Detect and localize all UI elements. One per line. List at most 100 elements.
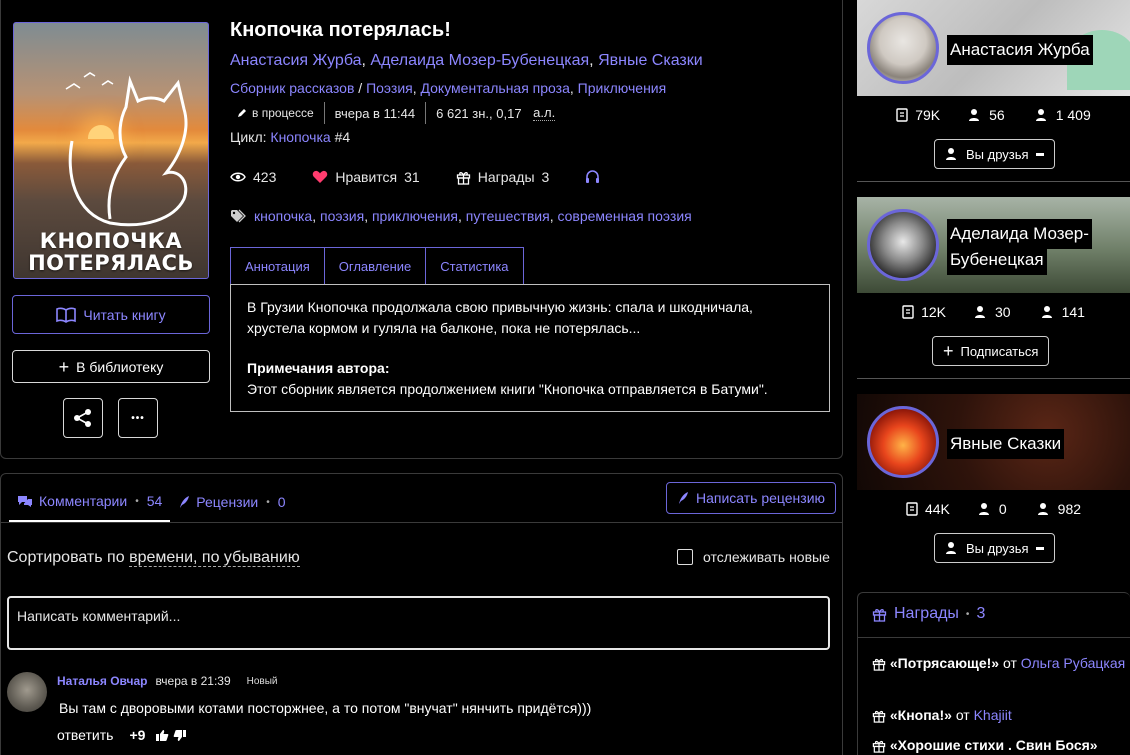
tab-contents[interactable]: Оглавление xyxy=(323,247,427,285)
tag-link[interactable]: путешествия xyxy=(466,208,550,224)
add-to-library-button[interactable]: + В библиотеку xyxy=(12,350,210,383)
comment-input[interactable]: Написать комментарий... xyxy=(7,596,830,650)
avatar[interactable] xyxy=(867,12,939,84)
award-from: от xyxy=(1002,655,1017,671)
read-book-button[interactable]: Читать книгу xyxy=(12,295,210,334)
share-button[interactable] xyxy=(63,398,103,438)
annotation-panel: В Грузии Кнопочка продолжала свою привыч… xyxy=(230,284,830,412)
write-review-label: Написать рецензию xyxy=(695,490,826,506)
friends-button[interactable]: Вы друзья xyxy=(934,139,1055,169)
comments-count: 54 xyxy=(146,493,163,509)
sort-prefix: Сортировать по xyxy=(7,549,125,566)
users-icon xyxy=(1035,109,1046,121)
avatar[interactable] xyxy=(7,672,47,712)
thumbs-up-icon[interactable] xyxy=(155,729,169,742)
books-stat: 79K xyxy=(896,107,940,123)
award-giver[interactable]: Ольга Рубацкая xyxy=(1021,655,1125,671)
comment-time: вчера в 21:39 xyxy=(155,674,231,688)
books-count: 44K xyxy=(924,501,950,517)
separator-dot: • xyxy=(965,608,970,620)
comments-icon xyxy=(18,495,32,507)
comment-score: +9 xyxy=(129,727,146,743)
award-name: «Кнопа!» xyxy=(889,707,952,723)
subscribe-button-label: Подписаться xyxy=(960,343,1039,359)
tag-link[interactable]: кнопочка xyxy=(254,208,312,224)
subscriptions-stat: 56 xyxy=(968,107,1005,123)
gift-icon xyxy=(872,711,886,723)
book-cover[interactable]: КНОПОЧКА ПОТЕРЯЛАСЬ xyxy=(13,22,209,279)
avatar[interactable] xyxy=(867,406,939,478)
author-name[interactable]: Явные Сказки xyxy=(947,429,1065,459)
awards-stat[interactable]: Награды 3 xyxy=(456,169,549,185)
tab-reviews[interactable]: Рецензии • 0 xyxy=(170,482,293,522)
author-name[interactable]: Анастасия Журба xyxy=(947,35,1093,65)
user-icon xyxy=(969,109,980,121)
friends-button[interactable]: Вы друзья xyxy=(934,533,1055,563)
separator-dot: • xyxy=(266,496,270,508)
tag-link[interactable]: современная поэзия xyxy=(557,208,691,224)
reviews-count: 0 xyxy=(277,494,286,510)
gift-icon xyxy=(872,659,886,671)
awards-total: 3 xyxy=(976,605,986,622)
users-icon xyxy=(1037,503,1048,515)
genre-link[interactable]: Сборник рассказов xyxy=(230,80,354,96)
books-stat: 12K xyxy=(902,304,946,320)
awards-label: Награды xyxy=(477,169,535,185)
subscriptions-stat: 30 xyxy=(974,304,1011,320)
tag-link[interactable]: приключения xyxy=(372,208,458,224)
updated-cell: вчера в 11:44 xyxy=(325,102,427,124)
genre-link[interactable]: Документальная проза xyxy=(421,80,570,96)
author-stats: 44K 0 982 xyxy=(857,501,1130,517)
divider xyxy=(857,378,1130,379)
add-to-library-label: В библиотеку xyxy=(76,358,164,375)
book-updated: вчера в 11:44 xyxy=(334,105,416,121)
audiobook-button[interactable] xyxy=(585,170,600,184)
genre-link[interactable]: Поэзия xyxy=(366,80,413,96)
track-new-checkbox[interactable] xyxy=(677,549,693,565)
tag-link[interactable]: поэзия xyxy=(320,208,364,224)
minus-icon xyxy=(1035,546,1044,550)
comment-author[interactable]: Наталья Овчар xyxy=(57,674,147,688)
annotation-line: хрустела кормом и гуляла на балконе, пок… xyxy=(247,320,641,336)
books-count: 79K xyxy=(915,107,941,123)
user-icon xyxy=(946,148,956,160)
comment-text: Вы там с дворовыми котами посторжнее, а … xyxy=(59,700,592,716)
award-name: «Хорошие стихи . Свин Бося» xyxy=(889,737,1098,753)
book-icon xyxy=(906,502,918,516)
awards-title: Награды xyxy=(894,605,959,622)
author-name[interactable]: Бубенецкая xyxy=(947,245,1047,275)
followers-stat: 141 xyxy=(1039,304,1085,320)
views-count: 423 xyxy=(253,169,277,185)
cycle-link[interactable]: Кнопочка xyxy=(270,129,330,145)
likes-button[interactable]: Нравится 31 xyxy=(312,169,420,185)
avatar[interactable] xyxy=(867,209,939,281)
award-from: от xyxy=(955,707,970,723)
tab-statistics[interactable]: Статистика xyxy=(425,247,524,285)
more-options-button[interactable]: ••• xyxy=(118,398,158,438)
genre-link[interactable]: Приключения xyxy=(578,80,667,96)
user-icon xyxy=(974,306,985,318)
cover-title-line1: КНОПОЧКА xyxy=(39,229,183,253)
author-link[interactable]: Явные Сказки xyxy=(598,52,703,69)
book-panel: КНОПОЧКА ПОТЕРЯЛАСЬ Читать книгу + В биб… xyxy=(0,0,843,459)
book-icon xyxy=(902,305,914,319)
author-link[interactable]: Аделаида Мозер-Бубенецкая xyxy=(370,52,589,69)
awards-heading[interactable]: Награды • 3 xyxy=(872,605,985,623)
award-name: «Потрясающе!» xyxy=(889,655,1000,671)
book-size: 6 621 зн., 0,17 xyxy=(436,105,522,121)
friends-button-label: Вы друзья xyxy=(966,146,1029,162)
tab-comments[interactable]: Комментарии • 54 xyxy=(9,482,171,522)
track-new-toggle[interactable]: отслеживать новые xyxy=(677,549,830,565)
award-giver[interactable]: Khajiit xyxy=(974,707,1012,723)
subscribe-button[interactable]: + Подписаться xyxy=(932,336,1050,366)
author-notes-text: Этот сборник является продолжением книги… xyxy=(247,381,768,397)
write-review-button[interactable]: Написать рецензию xyxy=(666,482,836,514)
reply-link[interactable]: ответить xyxy=(57,727,113,743)
sort-option[interactable]: времени, по убыванию xyxy=(129,549,300,567)
thumbs-down-icon[interactable] xyxy=(173,729,187,742)
tab-annotation[interactable]: Аннотация xyxy=(230,247,325,285)
tab-reviews-label: Рецензии xyxy=(196,494,259,510)
minus-icon xyxy=(1035,152,1044,156)
author-link[interactable]: Анастасия Журба xyxy=(230,52,362,69)
book-authors: Анастасия Журба, Аделаида Мозер-Бубенецк… xyxy=(230,52,703,69)
